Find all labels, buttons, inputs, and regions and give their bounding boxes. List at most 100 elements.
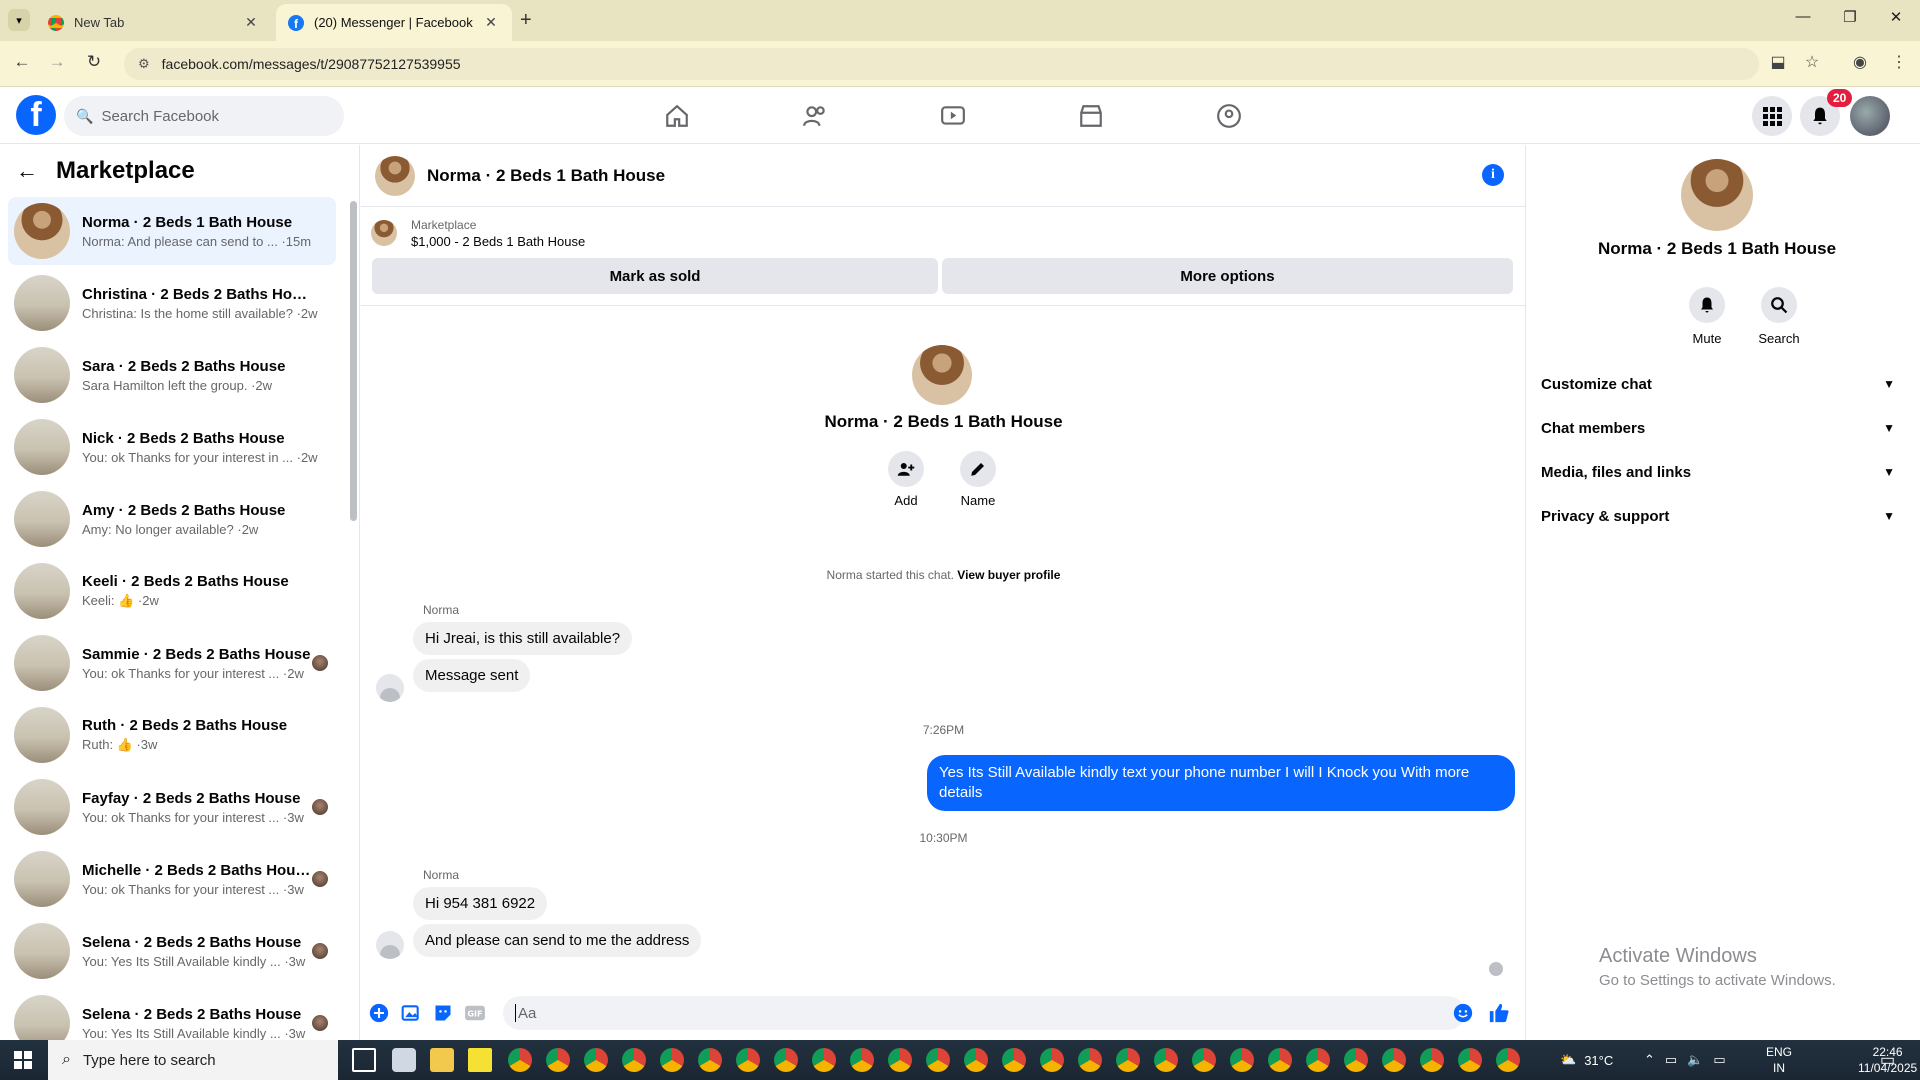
sender-avatar[interactable] [376, 931, 404, 959]
conversation-item[interactable]: Sammie · 2 Beds 2 Baths House You: ok Tha… [8, 629, 336, 697]
close-window-icon[interactable]: ✕ [1886, 8, 1906, 26]
network-icon[interactable]: ▭ [1665, 1052, 1677, 1068]
mark-as-sold-button[interactable]: Mark as sold [372, 258, 938, 294]
chrome-icon[interactable] [964, 1048, 988, 1072]
conversation-item[interactable]: Selena · 2 Beds 2 Baths House You: Yes It… [8, 917, 336, 985]
conversation-item[interactable]: Fayfay · 2 Beds 2 Baths House You: ok Tha… [8, 773, 336, 841]
chrome-icon[interactable] [508, 1048, 532, 1072]
thumbs-up-icon[interactable] [1488, 1002, 1510, 1024]
chrome-icon[interactable] [926, 1048, 950, 1072]
conversation-item[interactable]: Selena · 2 Beds 2 Baths House You: Yes It… [8, 989, 336, 1040]
chrome-icon[interactable] [622, 1048, 646, 1072]
back-arrow-icon[interactable]: ← [16, 158, 38, 184]
sticker-icon[interactable] [432, 1002, 454, 1024]
media-files-links-section[interactable]: Media, files and links ▼ [1541, 452, 1895, 492]
install-app-icon[interactable]: ⬓ [1767, 52, 1789, 72]
outgoing-message[interactable]: Yes Its Still Available kindly text your… [927, 755, 1515, 811]
chrome-icon[interactable] [1040, 1048, 1064, 1072]
marketplace-icon[interactable] [1071, 100, 1111, 132]
forward-icon[interactable]: → [45, 52, 69, 72]
gif-icon[interactable]: GIF [464, 1002, 486, 1024]
minimize-icon[interactable]: — [1793, 8, 1813, 25]
close-tab-icon[interactable]: ✕ [242, 14, 260, 31]
chrome-icon[interactable] [1496, 1048, 1520, 1072]
windows-start-icon[interactable] [14, 1051, 32, 1069]
url-bar[interactable]: ⚙ facebook.com/messages/t/29087752127539… [124, 48, 1759, 80]
chrome-icon[interactable] [888, 1048, 912, 1072]
privacy-support-section[interactable]: Privacy & support ▼ [1541, 496, 1895, 536]
chrome-icon[interactable] [1116, 1048, 1140, 1072]
volume-icon[interactable]: 🔈 [1687, 1052, 1703, 1068]
chrome-icon[interactable] [774, 1048, 798, 1072]
chrome-icon[interactable] [660, 1048, 684, 1072]
chrome-icon[interactable] [736, 1048, 760, 1072]
emoji-icon[interactable] [1452, 1002, 1474, 1024]
friends-icon[interactable] [795, 100, 835, 132]
bookmark-star-icon[interactable]: ☆ [1801, 52, 1823, 72]
customize-chat-section[interactable]: Customize chat ▼ [1541, 364, 1895, 404]
new-tab-icon[interactable]: + [520, 9, 532, 32]
search-in-conversation-button[interactable]: Search [1749, 287, 1809, 346]
chrome-icon[interactable] [1382, 1048, 1406, 1072]
reload-icon[interactable]: ↻ [82, 52, 106, 72]
groups-icon[interactable] [1209, 100, 1249, 132]
chrome-icon[interactable] [1458, 1048, 1482, 1072]
conversation-item[interactable]: Michelle · 2 Beds 2 Baths House You: ok T… [8, 845, 336, 913]
facebook-search-input[interactable]: 🔍 Search Facebook [64, 96, 344, 136]
conversation-item[interactable]: Sara · 2 Beds 2 Baths House Sara Hamilton… [8, 341, 336, 409]
chrome-icon[interactable] [812, 1048, 836, 1072]
message-input[interactable]: Aa [503, 996, 1465, 1030]
menu-kebab-icon[interactable]: ⋮ [1888, 52, 1910, 72]
conversation-item[interactable]: Norma · 2 Beds 1 Bath House Norma: And pl… [8, 197, 336, 265]
chat-members-section[interactable]: Chat members ▼ [1541, 408, 1895, 448]
task-view-icon[interactable] [352, 1048, 376, 1072]
chrome-icon[interactable] [1268, 1048, 1292, 1072]
conversation-item[interactable]: Ruth · 2 Beds 2 Baths House Ruth: 👍 ·3w [8, 701, 336, 769]
plus-circle-icon[interactable] [368, 1002, 390, 1024]
info-icon[interactable]: i [1482, 164, 1504, 186]
sticky-notes-icon[interactable] [468, 1048, 492, 1072]
edit-name-button[interactable]: Name [948, 451, 1008, 508]
chrome-icon[interactable] [1306, 1048, 1330, 1072]
chrome-icon[interactable] [1002, 1048, 1026, 1072]
photo-icon[interactable] [400, 1002, 422, 1024]
tab-messenger[interactable]: f (20) Messenger | Facebook ✕ [276, 4, 512, 41]
file-explorer-icon[interactable] [430, 1048, 454, 1072]
chrome-icon[interactable] [1078, 1048, 1102, 1072]
conversation-item[interactable]: Christina · 2 Beds 2 Baths House Christin… [8, 269, 336, 337]
chrome-icon[interactable] [1192, 1048, 1216, 1072]
profile-icon[interactable]: ◉ [1849, 52, 1871, 72]
chrome-icon[interactable] [1344, 1048, 1368, 1072]
back-icon[interactable]: ← [10, 52, 34, 72]
listing-thumbnail[interactable] [375, 155, 415, 196]
site-settings-icon[interactable]: ⚙ [138, 56, 150, 72]
listing-card[interactable]: Marketplace $1,000 - 2 Beds 1 Bath House [371, 215, 1511, 251]
incoming-message[interactable]: And please can send to me the address [413, 924, 702, 957]
language-indicator[interactable]: ENG IN [1766, 1040, 1792, 1080]
conversation-item[interactable]: Keeli · 2 Beds 2 Baths House Keeli: 👍 ·2w [8, 557, 336, 625]
add-people-button[interactable]: Add [876, 451, 936, 508]
chrome-icon[interactable] [1230, 1048, 1254, 1072]
incoming-message[interactable]: Hi 954 381 6922 [413, 887, 548, 920]
tab-search-chevron-icon[interactable]: ▾ [8, 9, 30, 31]
menu-grid-icon[interactable] [1752, 96, 1792, 136]
close-tab-icon[interactable]: ✕ [482, 14, 500, 31]
incoming-message[interactable]: Hi Jreai, is this still available? [413, 622, 633, 655]
more-options-button[interactable]: More options [942, 258, 1513, 294]
sidebar-scrollbar[interactable] [350, 201, 357, 521]
sender-avatar[interactable] [376, 674, 404, 702]
show-hidden-icons-icon[interactable]: ⌃ [1644, 1052, 1655, 1068]
weather-widget[interactable]: ⛅ 31°C [1560, 1040, 1613, 1080]
facebook-logo-icon[interactable]: f [16, 95, 56, 135]
app-icon[interactable] [392, 1048, 416, 1072]
mute-button[interactable]: Mute [1677, 287, 1737, 346]
chrome-icon[interactable] [1420, 1048, 1444, 1072]
incoming-message[interactable]: Message sent [413, 659, 531, 692]
chrome-icon[interactable] [850, 1048, 874, 1072]
chrome-icon[interactable] [546, 1048, 570, 1072]
battery-icon[interactable]: ▭ [1713, 1052, 1725, 1068]
restore-icon[interactable]: ❐ [1840, 8, 1860, 26]
conversation-title[interactable]: Norma · 2 Beds 1 Bath House [427, 166, 665, 186]
conversation-item[interactable]: Nick · 2 Beds 2 Baths House You: ok Thank… [8, 413, 336, 481]
conversation-item[interactable]: Amy · 2 Beds 2 Baths House Amy: No longer… [8, 485, 336, 553]
